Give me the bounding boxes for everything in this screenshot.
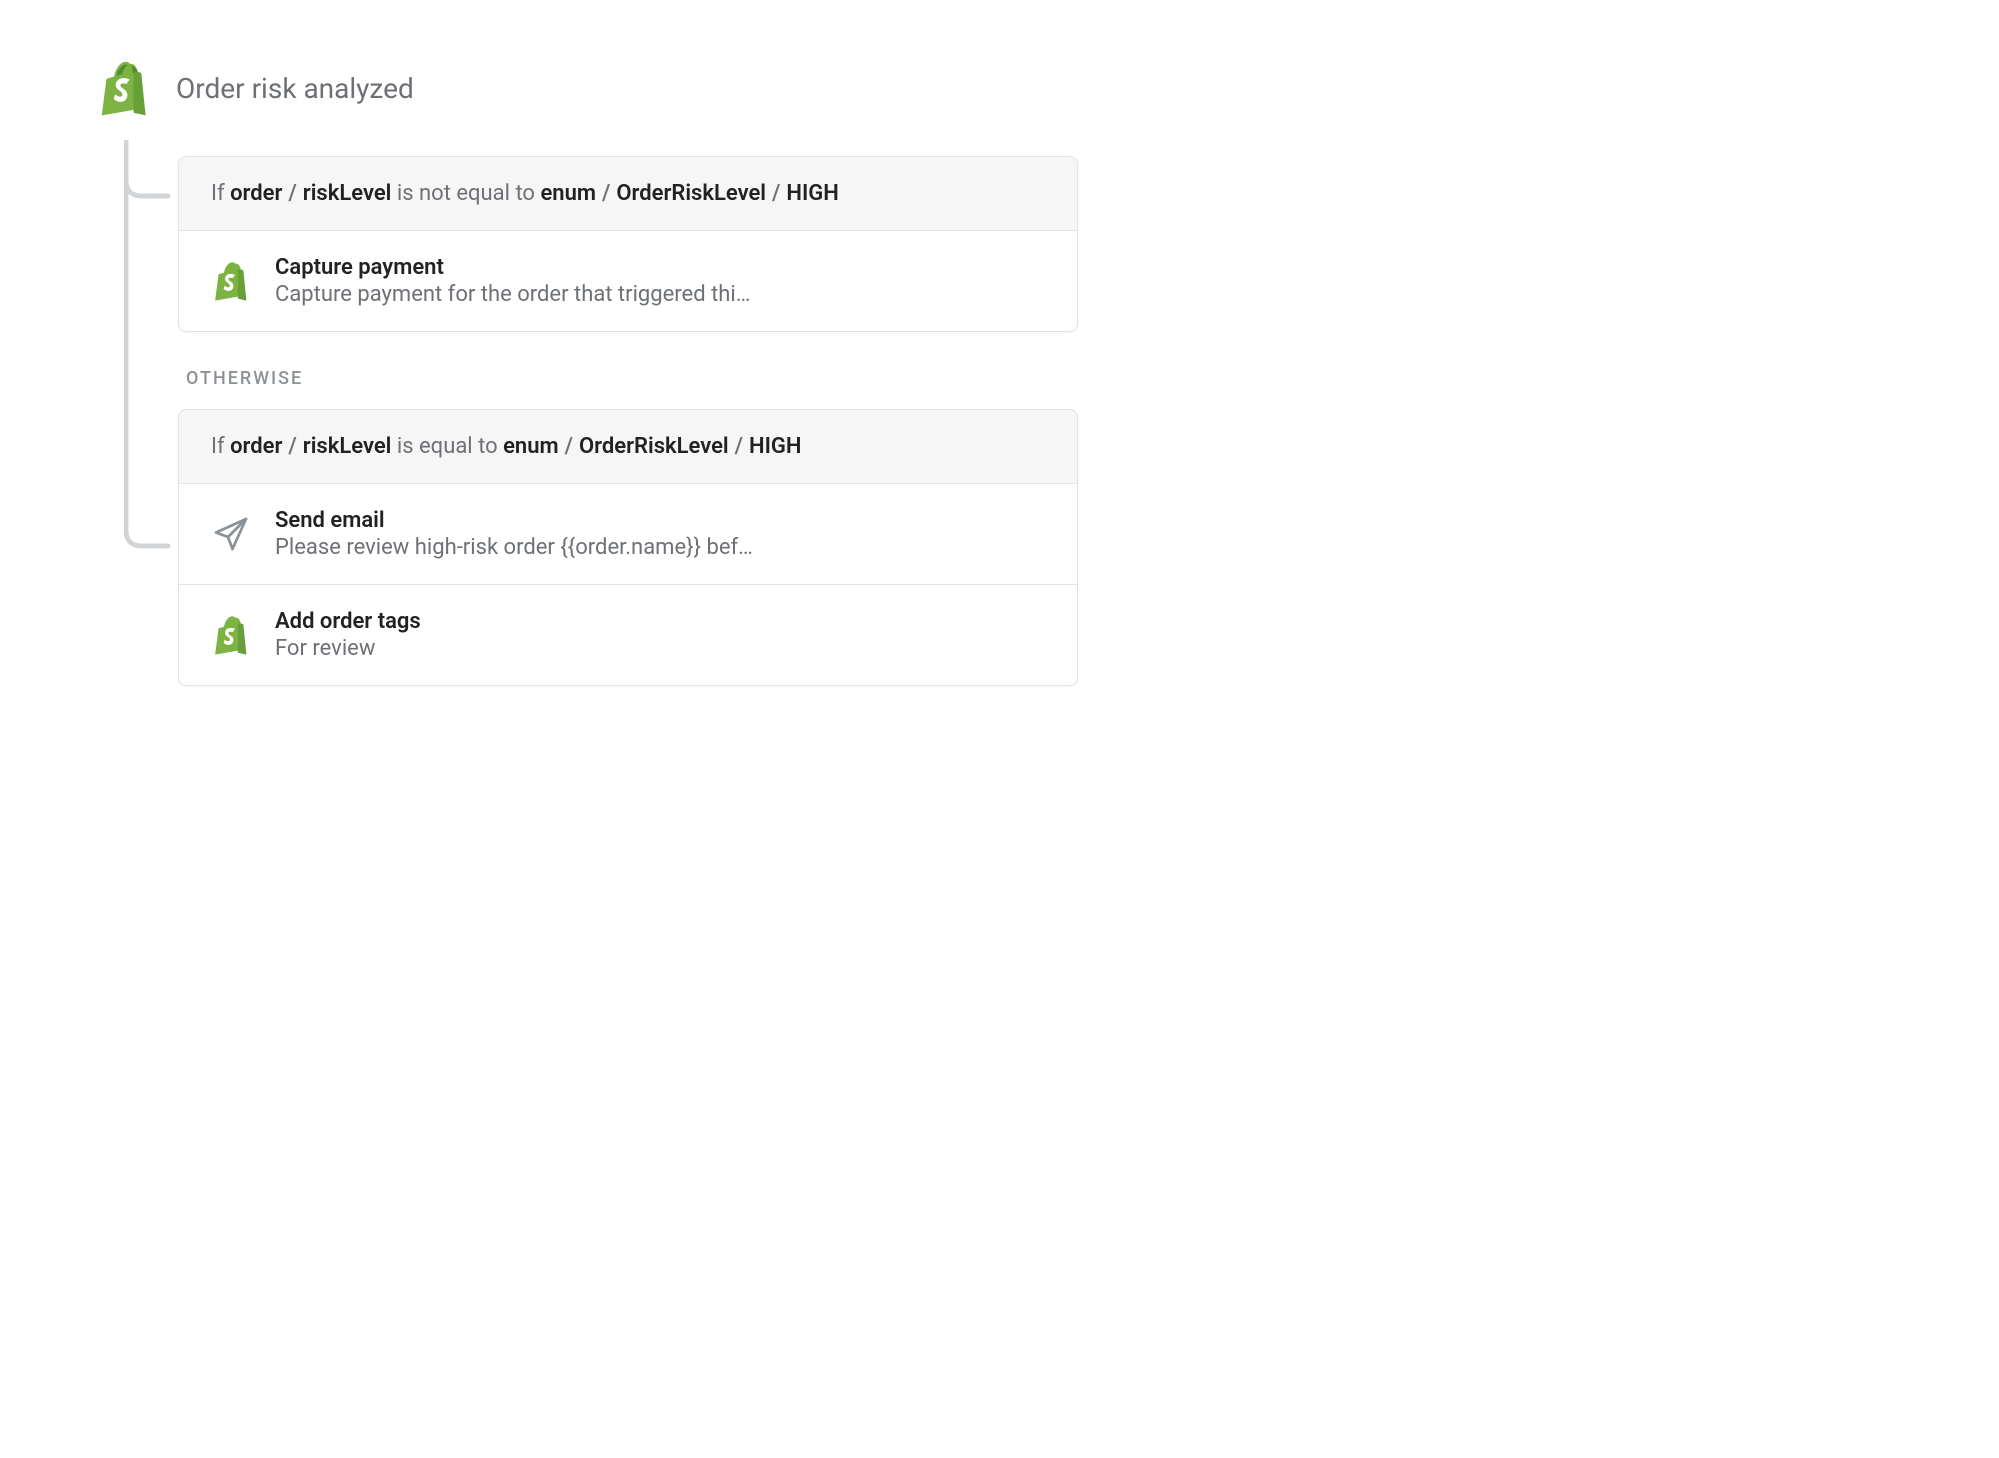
branches-column: If order/riskLevel is not equal to enum/… [178, 156, 1078, 686]
flow-container: If order/riskLevel is not equal to enum/… [124, 156, 1919, 686]
if-keyword: If [211, 434, 225, 459]
action-row-send-email[interactable]: Send email Please review high-risk order… [179, 484, 1077, 585]
cond-path-2: riskLevel [303, 434, 392, 459]
condition-card-1[interactable]: If order/riskLevel is not equal to enum/… [178, 156, 1078, 332]
separator-icon: / [772, 181, 780, 206]
action-texts: Add order tags For review [275, 609, 421, 661]
otherwise-label: OTHERWISE [186, 368, 1078, 389]
condition-header: If order/riskLevel is equal to enum/Orde… [179, 410, 1077, 484]
action-title: Capture payment [275, 255, 750, 280]
action-row-add-order-tags[interactable]: Add order tags For review [179, 585, 1077, 685]
cond-path-1: order [230, 181, 282, 206]
cond-enum-3: HIGH [749, 434, 801, 459]
separator-icon: / [288, 181, 296, 206]
connector-column [124, 156, 178, 686]
cond-path-1: order [230, 434, 282, 459]
cond-enum-2: OrderRiskLevel [579, 434, 729, 459]
condition-header: If order/riskLevel is not equal to enum/… [179, 157, 1077, 231]
cond-operator: is equal to [397, 434, 498, 459]
cond-enum-1: enum [540, 181, 596, 206]
action-description: For review [275, 636, 421, 661]
separator-icon: / [288, 434, 296, 459]
action-texts: Send email Please review high-risk order… [275, 508, 753, 560]
cond-path-2: riskLevel [303, 181, 392, 206]
shopify-bag-icon [211, 615, 251, 655]
action-title: Send email [275, 508, 753, 533]
action-row-capture-payment[interactable]: Capture payment Capture payment for the … [179, 231, 1077, 331]
separator-icon: / [735, 434, 743, 459]
action-description: Capture payment for the order that trigg… [275, 282, 750, 307]
separator-icon: / [565, 434, 573, 459]
trigger-row: Order risk analyzed [96, 60, 1919, 116]
action-description: Please review high-risk order {{order.na… [275, 535, 753, 560]
cond-operator: is not equal to [397, 181, 535, 206]
cond-enum-3: HIGH [786, 181, 838, 206]
cond-enum-1: enum [503, 434, 559, 459]
action-texts: Capture payment Capture payment for the … [275, 255, 750, 307]
action-title: Add order tags [275, 609, 421, 634]
connector-lines [124, 140, 178, 660]
shopify-bag-icon [96, 60, 152, 116]
trigger-title: Order risk analyzed [176, 72, 414, 105]
paper-plane-icon [211, 514, 251, 554]
cond-enum-2: OrderRiskLevel [616, 181, 766, 206]
separator-icon: / [602, 181, 610, 206]
if-keyword: If [211, 181, 225, 206]
condition-card-2[interactable]: If order/riskLevel is equal to enum/Orde… [178, 409, 1078, 686]
shopify-bag-icon [211, 261, 251, 301]
